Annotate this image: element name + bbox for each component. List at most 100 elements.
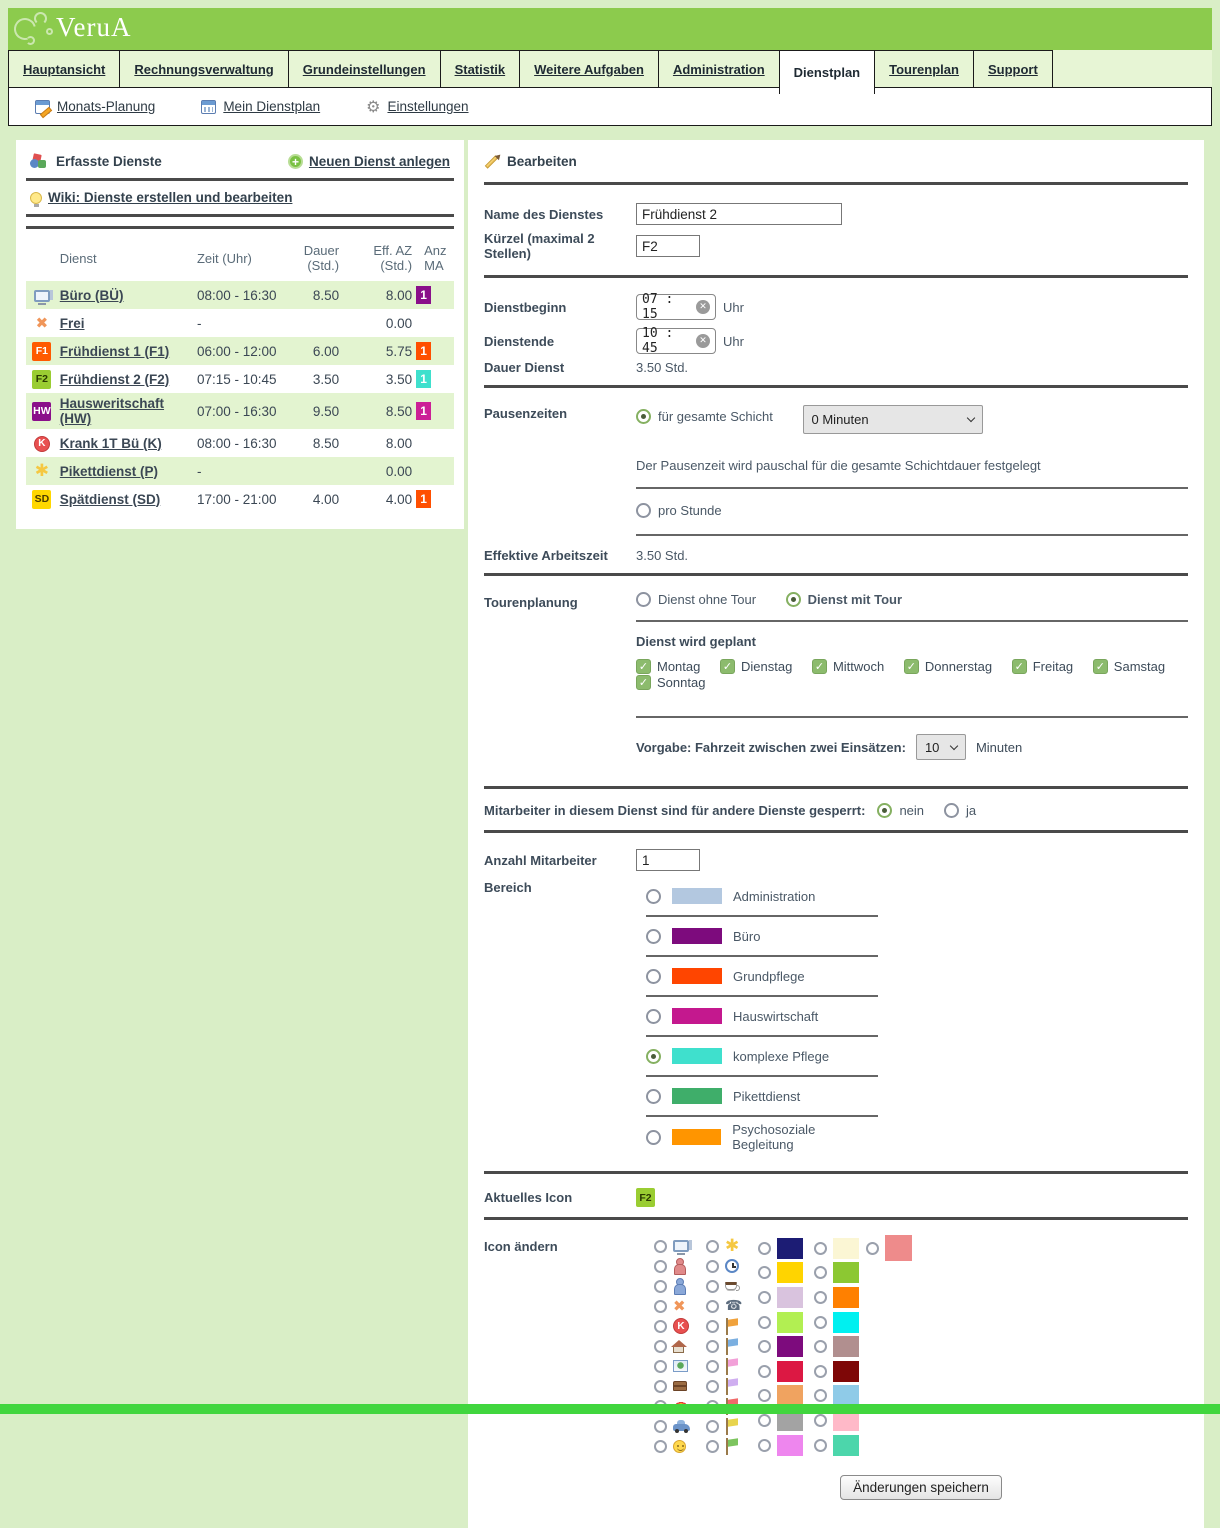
pause-stunde-option[interactable]: pro Stunde	[636, 503, 722, 518]
bereich-hauswirtschaft[interactable]: Hauswirtschaft	[646, 997, 878, 1037]
color-radio[interactable]	[814, 1291, 827, 1304]
subnav-einstellungen[interactable]: ⚙ Einstellungen	[366, 99, 468, 115]
color-radio[interactable]	[758, 1439, 771, 1452]
radio-selected[interactable]	[786, 592, 801, 607]
clear-time-icon[interactable]: ✕	[696, 334, 710, 348]
check-mittwoch[interactable]: Mittwoch	[812, 659, 884, 674]
pause-schicht-option[interactable]: für gesamte Schicht	[636, 409, 773, 424]
clear-time-icon[interactable]: ✕	[696, 300, 710, 314]
save-button[interactable]: Änderungen speichern	[840, 1475, 1002, 1500]
color-radio[interactable]	[814, 1414, 827, 1427]
check-freitag[interactable]: Freitag	[1012, 659, 1073, 674]
radio-unselected[interactable]	[646, 929, 661, 944]
service-link[interactable]: Frei	[60, 316, 85, 331]
service-link[interactable]: Frühdienst 1 (F1)	[60, 344, 170, 359]
icon-radio[interactable]	[706, 1280, 719, 1293]
tab-tourenplan[interactable]: Tourenplan	[874, 50, 974, 87]
beginn-time-input[interactable]: 07 : 15 ✕	[636, 294, 716, 320]
icon-radio[interactable]	[654, 1260, 667, 1273]
color-radio[interactable]	[814, 1242, 827, 1255]
new-service-link[interactable]: + Neuen Dienst anlegen	[288, 154, 450, 169]
icon-radio[interactable]	[654, 1320, 667, 1333]
color-radio[interactable]	[814, 1365, 827, 1378]
service-link[interactable]: Krank 1T Bü (K)	[60, 436, 162, 451]
service-link[interactable]: Hausweritschaft (HW)	[60, 396, 164, 426]
checkbox-checked[interactable]	[812, 659, 827, 674]
color-radio[interactable]	[758, 1291, 771, 1304]
tour-ohne-option[interactable]: Dienst ohne Tour	[636, 592, 756, 607]
bereich-administration[interactable]: Administration	[646, 877, 878, 917]
tab-hauptansicht[interactable]: Hauptansicht	[8, 50, 120, 87]
checkbox-checked[interactable]	[720, 659, 735, 674]
check-donnerstag[interactable]: Donnerstag	[904, 659, 992, 674]
tab-grundeinstellungen[interactable]: Grundeinstellungen	[288, 50, 441, 87]
tab-dienstplan[interactable]: Dienstplan	[779, 50, 875, 94]
radio-unselected[interactable]	[646, 1130, 661, 1145]
icon-radio[interactable]	[706, 1420, 719, 1433]
icon-radio[interactable]	[706, 1320, 719, 1333]
color-radio[interactable]	[758, 1266, 771, 1279]
bereich-pikettdienst[interactable]: Pikettdienst	[646, 1077, 878, 1117]
icon-radio[interactable]	[706, 1240, 719, 1253]
checkbox-checked[interactable]	[1093, 659, 1108, 674]
bereich-buero[interactable]: Büro	[646, 917, 878, 957]
tab-weitere-aufgaben[interactable]: Weitere Aufgaben	[519, 50, 659, 87]
icon-radio[interactable]	[706, 1300, 719, 1313]
icon-radio[interactable]	[706, 1440, 719, 1453]
fahrzeit-select[interactable]: 10	[916, 734, 966, 760]
service-link[interactable]: Frühdienst 2 (F2)	[60, 372, 170, 387]
color-radio[interactable]	[814, 1439, 827, 1452]
subnav-monats-planung[interactable]: Monats-Planung	[35, 99, 155, 114]
tab-administration[interactable]: Administration	[658, 50, 780, 87]
color-radio[interactable]	[758, 1365, 771, 1378]
check-montag[interactable]: Montag	[636, 659, 700, 674]
icon-radio[interactable]	[706, 1340, 719, 1353]
checkbox-checked[interactable]	[904, 659, 919, 674]
icon-radio[interactable]	[706, 1260, 719, 1273]
color-radio[interactable]	[758, 1340, 771, 1353]
radio-selected[interactable]	[646, 1049, 661, 1064]
color-radio[interactable]	[814, 1266, 827, 1279]
tab-support[interactable]: Support	[973, 50, 1053, 87]
radio-unselected[interactable]	[636, 592, 651, 607]
icon-radio[interactable]	[654, 1240, 667, 1253]
checkbox-checked[interactable]	[636, 675, 651, 690]
tab-rechnungsverwaltung[interactable]: Rechnungsverwaltung	[119, 50, 288, 87]
bereich-grundpflege[interactable]: Grundpflege	[646, 957, 878, 997]
color-radio[interactable]	[814, 1316, 827, 1329]
icon-radio[interactable]	[706, 1360, 719, 1373]
sperre-nein-option[interactable]: nein	[877, 803, 924, 818]
radio-unselected[interactable]	[646, 1089, 661, 1104]
color-radio[interactable]	[814, 1389, 827, 1402]
color-radio[interactable]	[758, 1389, 771, 1402]
icon-radio[interactable]	[654, 1440, 667, 1453]
anzahl-input[interactable]	[636, 849, 700, 871]
radio-unselected[interactable]	[636, 503, 651, 518]
bereich-komplexe-pflege[interactable]: komplexe Pflege	[646, 1037, 878, 1077]
wiki-link[interactable]: Wiki: Dienste erstellen und bearbeiten	[26, 190, 454, 205]
icon-radio[interactable]	[654, 1340, 667, 1353]
kuerzel-input[interactable]	[636, 235, 700, 257]
ende-time-input[interactable]: 10 : 45 ✕	[636, 328, 716, 354]
color-radio[interactable]	[758, 1316, 771, 1329]
radio-unselected[interactable]	[646, 889, 661, 904]
color-radio[interactable]	[814, 1340, 827, 1353]
radio-selected[interactable]	[877, 803, 892, 818]
icon-radio[interactable]	[654, 1300, 667, 1313]
service-link[interactable]: Pikettdienst (P)	[60, 464, 158, 479]
radio-selected[interactable]	[636, 409, 651, 424]
color-radio[interactable]	[758, 1414, 771, 1427]
radio-unselected[interactable]	[944, 803, 959, 818]
sperre-ja-option[interactable]: ja	[944, 803, 976, 818]
radio-unselected[interactable]	[646, 1009, 661, 1024]
color-radio[interactable]	[866, 1242, 879, 1255]
service-link[interactable]: Spätdienst (SD)	[60, 492, 161, 507]
check-sonntag[interactable]: Sonntag	[636, 675, 705, 690]
check-samstag[interactable]: Samstag	[1093, 659, 1165, 674]
tab-statistik[interactable]: Statistik	[440, 50, 521, 87]
name-input[interactable]	[636, 203, 842, 225]
icon-radio[interactable]	[654, 1360, 667, 1373]
color-radio[interactable]	[758, 1242, 771, 1255]
service-link[interactable]: Büro (BÜ)	[60, 288, 124, 303]
icon-radio[interactable]	[706, 1380, 719, 1393]
